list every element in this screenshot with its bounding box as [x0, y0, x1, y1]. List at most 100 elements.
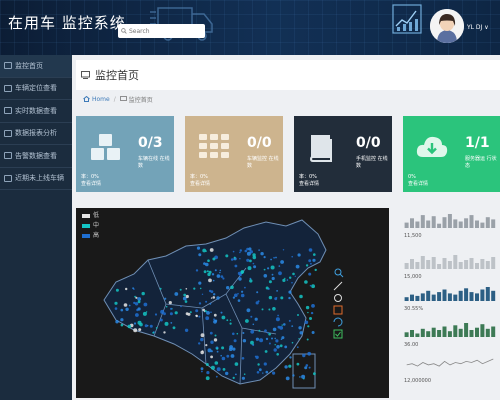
- sparkline-bar: [404, 297, 409, 301]
- heat-point: [291, 325, 294, 327]
- breadcrumb-home-link[interactable]: Home: [92, 96, 110, 103]
- sparkline-value: 12,000000: [404, 378, 432, 384]
- heat-point: [313, 372, 316, 376]
- heat-point: [232, 332, 235, 336]
- heat-point: [165, 305, 168, 308]
- sidebar-item-alerts[interactable]: 告警数据查看: [0, 145, 72, 168]
- heat-point: [244, 249, 248, 253]
- heat-point: [143, 302, 148, 307]
- heat-point: [193, 287, 196, 290]
- heat-point: [279, 344, 283, 348]
- sparkline-bar: [475, 327, 479, 337]
- heat-point: [169, 312, 173, 316]
- heat-point: [257, 363, 260, 366]
- card-rate-link[interactable]: 率：0% 查看详情: [81, 174, 101, 188]
- card-rate-link[interactable]: 率：0% 查看详情: [190, 174, 210, 188]
- heat-point: [180, 305, 182, 308]
- heat-point: [257, 300, 260, 303]
- sidebar-item-vehicle-location[interactable]: 车辆定位查看: [0, 78, 72, 100]
- sparkline-bar: [415, 221, 420, 228]
- card-rate-link[interactable]: 率：0% 查看详情: [299, 174, 319, 188]
- sidebar-item-label: 实时数据查看: [15, 106, 57, 115]
- heat-point: [271, 337, 273, 340]
- sparkline-bar: [410, 294, 414, 301]
- heat-point: [256, 291, 259, 294]
- heat-point: [307, 351, 312, 356]
- sparkline-bar: [475, 293, 479, 301]
- heat-point: [241, 290, 244, 293]
- heat-point: [291, 255, 293, 258]
- sidebar-item-label: 数据报表分析: [15, 129, 57, 138]
- heat-point: [301, 374, 306, 379]
- heat-point: [205, 363, 209, 366]
- heat-point: [198, 342, 201, 345]
- heat-point: [309, 317, 312, 320]
- heat-point: [272, 307, 276, 311]
- heat-point: [205, 316, 210, 321]
- search-box[interactable]: [118, 24, 205, 38]
- stat-card-server-status[interactable]: 1/1 服务器运 行状态 0% 查看详情: [403, 116, 500, 192]
- heat-point: [262, 372, 264, 374]
- sidebar-item-offline-vehicles[interactable]: 近期未上线车辆: [0, 168, 72, 190]
- heat-point: [250, 340, 254, 345]
- heat-point: [210, 297, 213, 299]
- stat-card-phone-monitor[interactable]: 0/0 手机监控 在线数 率：0% 查看详情: [294, 116, 392, 192]
- heat-point: [308, 272, 312, 276]
- heat-point: [304, 366, 308, 370]
- sparkline-bar: [458, 328, 463, 337]
- heat-point: [233, 339, 237, 343]
- sparkline-bar: [453, 255, 458, 269]
- refresh-icon: [333, 317, 343, 327]
- map-tool-icons[interactable]: [332, 268, 344, 340]
- heat-point: [187, 312, 191, 316]
- book-icon: [309, 135, 332, 162]
- card-rate-link[interactable]: 0% 查看详情: [408, 174, 428, 188]
- heat-point: [280, 338, 283, 340]
- heat-point: [209, 331, 213, 335]
- stat-card-vehicle-online[interactable]: 0/3 车辆在线 在线数 率：0% 查看详情: [76, 116, 174, 192]
- heat-point: [114, 307, 118, 310]
- heat-point: [134, 295, 136, 298]
- vehicle-heatmap[interactable]: 低 中 高: [76, 208, 389, 398]
- username-dropdown[interactable]: YL DJ ∨: [467, 24, 489, 31]
- heat-point: [209, 248, 214, 252]
- heat-point: [258, 329, 261, 332]
- sparkline-bar: [437, 330, 442, 337]
- heat-point: [248, 247, 252, 251]
- sparkline-bar: [442, 258, 447, 269]
- heat-point: [253, 265, 257, 269]
- heat-point: [311, 331, 315, 334]
- sparkline-chart: [404, 323, 496, 337]
- search-input[interactable]: [127, 25, 203, 37]
- heat-point: [314, 268, 317, 272]
- heat-point: [147, 325, 149, 327]
- breadcrumb-current: 监控首页: [128, 96, 153, 104]
- avatar[interactable]: [430, 9, 464, 43]
- card-count: 0/0: [356, 135, 381, 151]
- sparkline-bar: [469, 330, 474, 337]
- heat-point: [202, 248, 207, 253]
- sidebar-item-realtime-data[interactable]: 实时数据查看: [0, 100, 72, 123]
- heat-point: [230, 285, 234, 290]
- heat-point: [170, 322, 173, 324]
- heat-point: [291, 281, 293, 284]
- heat-point: [195, 314, 198, 317]
- heat-point: [284, 365, 288, 369]
- sidebar-item-report-analysis[interactable]: 数据报表分析: [0, 123, 72, 145]
- heat-point: [250, 315, 253, 318]
- heat-point: [270, 370, 273, 373]
- heat-point: [216, 350, 219, 353]
- heat-point: [260, 252, 264, 256]
- sparkline-bar: [442, 217, 447, 228]
- sparkline-chart: [406, 358, 494, 367]
- heat-point: [268, 332, 271, 336]
- sparkline-bar: [437, 264, 442, 269]
- sparkline-value: 36.00: [404, 342, 419, 348]
- sidebar-item-dashboard[interactable]: 监控首页: [0, 55, 72, 78]
- heat-point: [244, 286, 246, 289]
- sparkline-bar: [480, 324, 485, 337]
- sparkline-bar: [485, 287, 490, 301]
- sparkline-bar: [442, 326, 447, 337]
- heat-point: [310, 311, 314, 315]
- stat-card-vehicle-monitor[interactable]: 0/0 车辆监控 在线数 率：0% 查看详情: [185, 116, 283, 192]
